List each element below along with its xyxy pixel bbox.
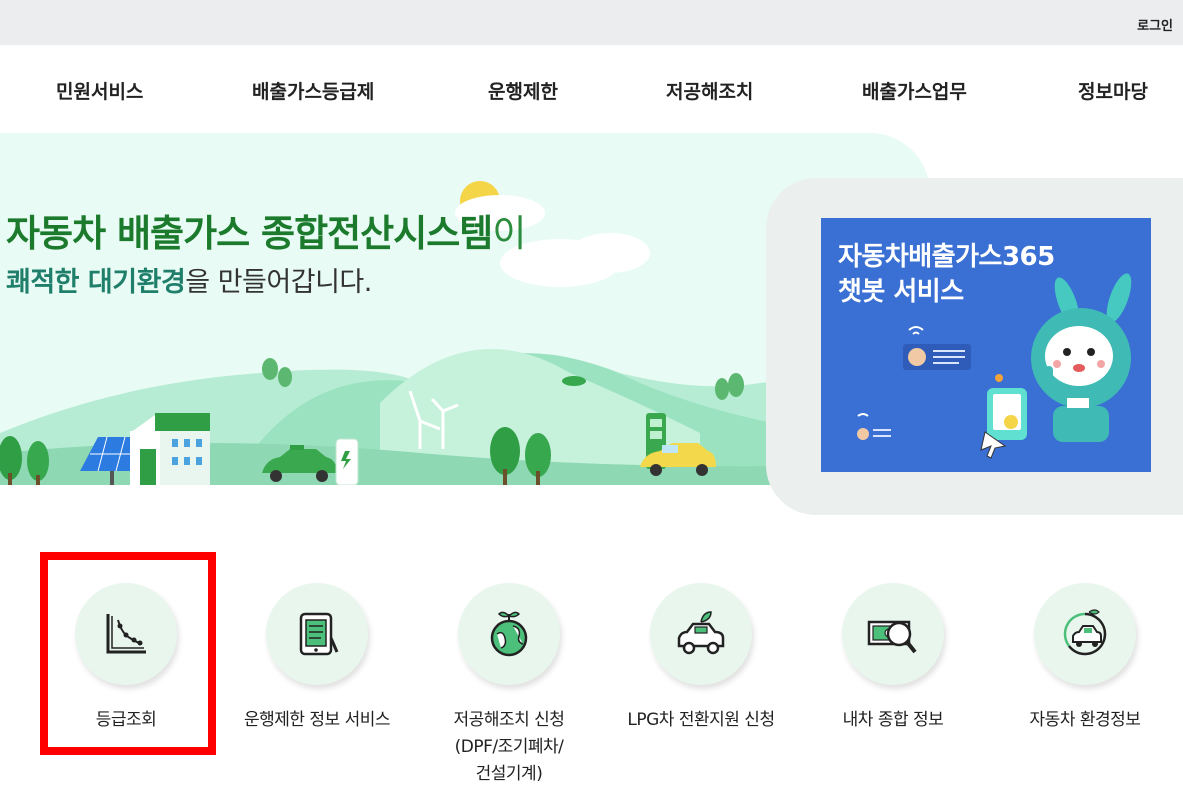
nav-item-civil-service[interactable]: 민원서비스	[56, 77, 143, 104]
service-circle	[650, 583, 752, 685]
service-vehicle-environment-info[interactable]: 자동차 환경정보	[990, 583, 1180, 734]
service-label: 운행제한 정보 서비스	[243, 710, 391, 730]
service-low-emission-application[interactable]: 저공해조치 신청 (DPF/조기폐차/ 건설기계)	[414, 583, 604, 788]
highlight-box	[40, 552, 216, 755]
banner-title-line1: 자동차배출가스365	[838, 242, 1055, 272]
hero-title-suffix: 이	[492, 212, 526, 255]
nav-item-operation-restriction[interactable]: 운행제한	[488, 77, 558, 104]
main-nav: 민원서비스 배출가스등급제 운행제한 저공해조치 배출가스업무 정보마당	[0, 45, 1183, 133]
hero-title-main: 자동차 배출가스 종합전산시스템	[6, 212, 493, 255]
hero-subtitle-highlight: 쾌적한 대기환경	[6, 267, 186, 298]
service-circle	[266, 583, 368, 685]
service-my-car-info[interactable]: 내차 종합 정보	[798, 583, 988, 734]
tablet-document-icon	[299, 612, 339, 656]
nav-item-info-square[interactable]: 정보마당	[1078, 77, 1148, 104]
service-label: 자동차 환경정보	[1029, 710, 1141, 730]
service-lpg-conversion[interactable]: LPG차 전환지원 신청	[606, 583, 796, 734]
banner-title-line2: 챗봇 서비스	[838, 277, 964, 307]
login-link[interactable]: 로그인	[1137, 15, 1173, 34]
hero-subtitle: 쾌적한 대기환경을 만들어갑니다.	[6, 260, 372, 299]
earth-sprout-icon	[490, 611, 528, 657]
service-label-line3: 건설기계)	[475, 764, 543, 784]
nav-item-low-emission-measures[interactable]: 저공해조치	[666, 77, 753, 104]
nav-item-emission-work[interactable]: 배출가스업무	[862, 77, 967, 104]
banner-title: 자동차배출가스365 챗봇 서비스	[838, 240, 1055, 310]
service-label-line2: (DPF/조기폐차/	[454, 737, 564, 757]
service-circle	[458, 583, 560, 685]
service-operation-restriction-info[interactable]: 운행제한 정보 서비스	[222, 583, 412, 734]
service-label: LPG차 전환지원 신청	[627, 710, 775, 730]
service-label: 저공해조치 신청 (DPF/조기폐차/ 건설기계)	[414, 707, 604, 788]
eco-car-icon	[677, 611, 725, 655]
nav-item-emission-grade[interactable]: 배출가스등급제	[252, 77, 374, 104]
utility-bar: 로그인	[0, 0, 1183, 45]
hero-title: 자동차 배출가스 종합전산시스템이	[6, 203, 526, 257]
service-circle	[1034, 583, 1136, 685]
money-search-icon	[867, 620, 917, 654]
service-label: 내차 종합 정보	[842, 710, 944, 730]
chatbot-banner[interactable]: 자동차배출가스365 챗봇 서비스	[821, 218, 1151, 472]
service-label-line1: 저공해조치 신청	[453, 710, 565, 730]
eco-vehicle-icon	[1063, 609, 1107, 656]
service-circle	[842, 583, 944, 685]
hero-subtitle-rest: 을 만들어갑니다.	[185, 267, 372, 298]
